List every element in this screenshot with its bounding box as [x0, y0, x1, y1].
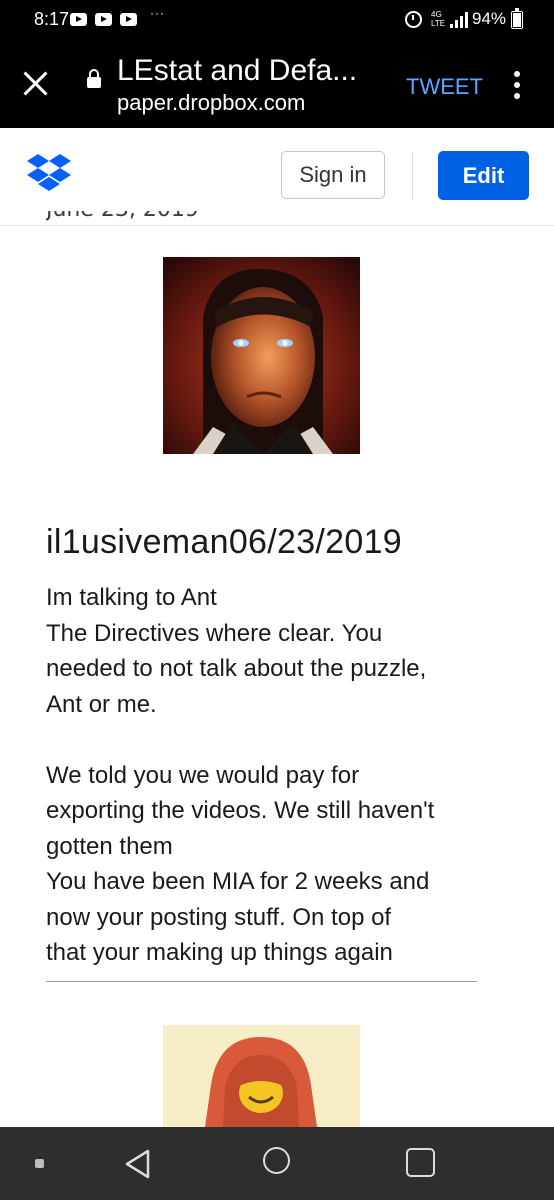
post-line: now your posting stuff. On top of	[46, 903, 392, 931]
dropbox-logo[interactable]	[27, 154, 71, 192]
signal-icon	[450, 12, 470, 28]
page-url[interactable]: paper.dropbox.com	[117, 90, 305, 116]
nav-back-icon[interactable]	[122, 1148, 152, 1180]
status-time: 8:17	[34, 9, 70, 29]
nav-home-icon[interactable]	[263, 1147, 290, 1174]
post-author-date: il1usiveman06/23/2019	[46, 523, 402, 561]
avatar-illusive-man	[163, 257, 360, 454]
page-title[interactable]: LEstat and Defa...	[117, 54, 357, 88]
post-line: We told you we would pay for	[46, 761, 360, 789]
post-line: The Directives where clear. You	[46, 619, 383, 647]
header-divider	[412, 152, 413, 200]
nav-recents-icon[interactable]	[406, 1148, 435, 1177]
post-body: Im talking to Ant The Directives where cl…	[46, 580, 516, 971]
tweet-button[interactable]: TWEET	[406, 74, 483, 100]
youtube-notification-icon	[120, 13, 137, 26]
custom-tab-toolbar: LEstat and Defa... paper.dropbox.com TWE…	[0, 40, 554, 128]
post-line: Ant or me.	[46, 690, 157, 718]
nav-hide-icon[interactable]	[35, 1159, 44, 1168]
alarm-icon	[405, 11, 422, 28]
status-bar: 8:17 ··· 4G LTE 94%	[0, 0, 554, 40]
post-line: that your making up things again	[46, 939, 393, 966]
battery-percent: 94%	[472, 9, 507, 28]
more-notifications-icon: ···	[150, 6, 165, 20]
youtube-notification-icon	[95, 13, 112, 26]
avatar-hooded-figure	[163, 1025, 360, 1127]
android-nav-bar	[0, 1127, 554, 1200]
post-line: gotten them	[46, 832, 173, 860]
sign-in-button[interactable]: Sign in	[281, 151, 385, 199]
youtube-notification-icon	[70, 13, 87, 26]
post-line: exporting the videos. We still haven't	[46, 797, 435, 824]
close-icon[interactable]	[22, 70, 50, 98]
lock-icon[interactable]	[87, 69, 101, 88]
battery-icon	[511, 8, 523, 29]
edit-button[interactable]: Edit	[438, 151, 529, 200]
post-line: Im talking to Ant	[46, 584, 217, 611]
post-line: You have been MIA for 2 weeks and	[46, 868, 430, 895]
network-type-icon: 4G LTE	[431, 10, 446, 28]
post-line: needed to not talk about the puzzle,	[46, 655, 427, 682]
post-date-cropped: June 23, 2019	[46, 211, 199, 224]
more-vert-icon[interactable]	[514, 71, 520, 99]
section-divider	[46, 981, 477, 982]
